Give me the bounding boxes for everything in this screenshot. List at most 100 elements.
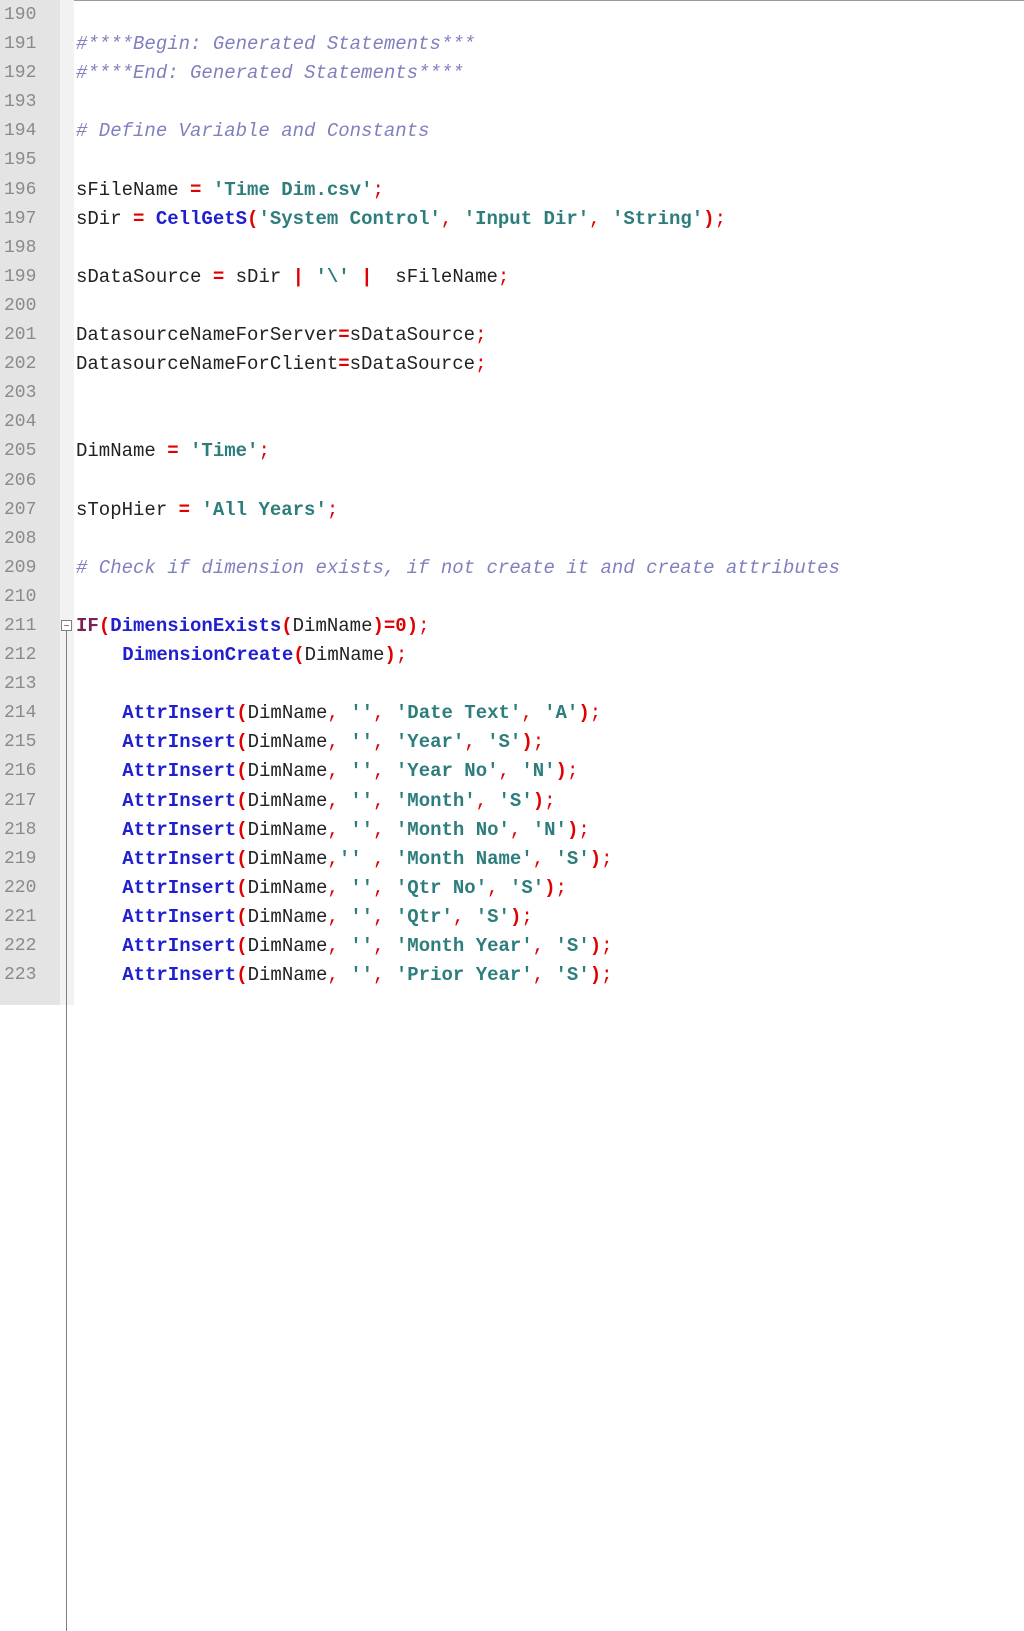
code-line[interactable]: 218 AttrInsert(DimName, '', 'Month No', '…: [0, 816, 1024, 845]
code-text: IF(DimensionExists(DimName)=0);: [76, 612, 430, 641]
code-line[interactable]: 205 DimName = 'Time';: [0, 437, 1024, 466]
code-line[interactable]: 197 sDir = CellGetS('System Control', 'In…: [0, 205, 1024, 234]
code-text: sTopHier = 'All Years';: [76, 496, 338, 525]
token-str: '': [350, 964, 374, 987]
token-func: AttrInsert: [122, 847, 237, 870]
token-str: 'A': [544, 702, 579, 725]
code-line[interactable]: 190: [0, 1, 1024, 30]
token-str: '': [350, 760, 374, 783]
code-line[interactable]: 210: [0, 583, 1024, 612]
line-number: 205: [4, 441, 37, 462]
code-line[interactable]: 192 #****End: Generated Statements****: [0, 59, 1024, 88]
code-line[interactable]: 207 sTopHier = 'All Years';: [0, 496, 1024, 525]
token-punct: ;: [601, 964, 613, 987]
code-line[interactable]: 219 AttrInsert(DimName,'' , 'Month Name',…: [0, 845, 1024, 874]
token-op: ): [555, 760, 567, 783]
token-func: CellGetS: [155, 207, 248, 230]
token-str: '': [350, 905, 374, 928]
code-line[interactable]: 204: [0, 408, 1024, 437]
token-punct: ,: [327, 702, 351, 725]
line-number: 212: [4, 645, 37, 666]
line-number: 204: [4, 412, 37, 433]
token-ident: DatasourceNameForServer: [76, 324, 339, 347]
code-line[interactable]: 202 DatasourceNameForClient=sDataSource;: [0, 350, 1024, 379]
token-punct: ,: [327, 964, 351, 987]
code-line[interactable]: 201 DatasourceNameForServer=sDataSource;: [0, 321, 1024, 350]
line-number: 194: [4, 121, 37, 142]
code-line[interactable]: 223 AttrInsert(DimName, '', 'Prior Year',…: [0, 961, 1024, 990]
token-ident: sDataSource: [76, 265, 213, 288]
code-text: AttrInsert(DimName, '', 'Prior Year', 'S…: [122, 961, 612, 990]
token-punct: ;: [589, 702, 602, 725]
token-func: AttrInsert: [122, 964, 237, 987]
token-op: =: [178, 498, 191, 521]
code-line[interactable]: 212 DimensionCreate(DimName);: [0, 641, 1024, 670]
code-line[interactable]: 215 AttrInsert(DimName, '', 'Year', 'S');: [0, 728, 1024, 757]
token-func: DimensionCreate: [122, 644, 294, 667]
line-number: 209: [4, 557, 37, 578]
code-line[interactable]: 195: [0, 146, 1024, 175]
token-str: 'Qtr No': [395, 876, 488, 899]
code-line[interactable]: 222 AttrInsert(DimName, '', 'Month Year',…: [0, 932, 1024, 961]
token-punct: ;: [578, 818, 590, 841]
token-op: ): [578, 702, 590, 725]
code-line[interactable]: 199 sDataSource = sDir | '\' | sFileName;: [0, 263, 1024, 292]
code-line[interactable]: 206: [0, 467, 1024, 496]
code-text: sDir = CellGetS('System Control', 'Input…: [76, 205, 726, 234]
token-str: 'S': [475, 905, 510, 928]
code-line[interactable]: 220 AttrInsert(DimName, '', 'Qtr No', 'S'…: [0, 874, 1024, 903]
code-line[interactable]: 209 # Check if dimension exists, if not c…: [0, 554, 1024, 583]
code-text: DimensionCreate(DimName);: [122, 641, 407, 670]
token-ident: sDataSource: [349, 353, 476, 376]
token-punct: ,: [373, 760, 396, 783]
code-line[interactable]: 194 # Define Variable and Constants: [0, 117, 1024, 146]
token-str: 'S': [555, 935, 590, 957]
code-editor[interactable]: 190 191 #****Begin: Generated Statements**…: [0, 1, 1024, 1631]
token-punct: ,: [532, 964, 556, 987]
token-punct: ;: [326, 498, 339, 521]
line-number: 199: [4, 266, 37, 287]
line-number: 190: [4, 5, 37, 25]
token-ident: sTopHier: [76, 498, 179, 521]
token-comment: # Define Variable and Constants: [76, 120, 430, 143]
code-line[interactable]: 216 AttrInsert(DimName, '', 'Year No', 'N…: [0, 757, 1024, 786]
code-line[interactable]: 196 sFileName = 'Time Dim.csv';: [0, 176, 1024, 205]
code-text: AttrInsert(DimName, '', 'Month Year', 'S…: [122, 932, 612, 961]
token-ident: DimName: [247, 818, 328, 841]
token-func: AttrInsert: [122, 935, 237, 957]
token-op: (: [236, 731, 248, 754]
line-number: 197: [4, 208, 37, 229]
token-str: 'Prior Year': [395, 964, 533, 987]
token-str: '': [350, 789, 374, 812]
token-op: =: [212, 265, 225, 288]
code-line[interactable]: 213: [0, 670, 1024, 699]
token-func: AttrInsert: [122, 789, 237, 812]
code-line[interactable]: 193: [0, 88, 1024, 117]
token-ident: DimName: [247, 789, 328, 812]
code-line[interactable]: 217 AttrInsert(DimName, '', 'Month', 'S')…: [0, 787, 1024, 816]
code-line[interactable]: 211 IF(DimensionExists(DimName)=0);: [0, 612, 1024, 1631]
code-line[interactable]: 221 AttrInsert(DimName, '', 'Qtr', 'S');: [0, 903, 1024, 932]
line-number: 219: [4, 848, 37, 869]
code-line[interactable]: 191 #****Begin: Generated Statements***: [0, 30, 1024, 59]
code-line[interactable]: 200: [0, 292, 1024, 321]
fold-collapse-icon[interactable]: [61, 619, 72, 631]
token-str: '': [350, 818, 374, 841]
code-text: AttrInsert(DimName,'' , 'Month Name', 'S…: [122, 845, 612, 874]
token-str: 'Input Dir': [463, 207, 590, 230]
token-ident: DimName: [247, 964, 328, 987]
code-line[interactable]: 208: [0, 525, 1024, 554]
token-op: ): [532, 789, 545, 812]
token-punct: ,: [327, 789, 351, 812]
code-text: AttrInsert(DimName, '', 'Qtr', 'S');: [122, 903, 533, 932]
code-line[interactable]: 203: [0, 379, 1024, 408]
line-number: 193: [4, 92, 37, 113]
token-punct: ;: [555, 876, 567, 899]
token-punct: ,: [373, 935, 396, 957]
token-ident: DimName: [76, 440, 168, 463]
token-punct: ,: [532, 847, 556, 870]
token-str: 'Time Dim.csv': [212, 178, 373, 201]
code-line[interactable]: 198: [0, 234, 1024, 263]
token-func: AttrInsert: [122, 760, 237, 783]
code-line[interactable]: 214 AttrInsert(DimName, '', 'Date Text', …: [0, 699, 1024, 728]
